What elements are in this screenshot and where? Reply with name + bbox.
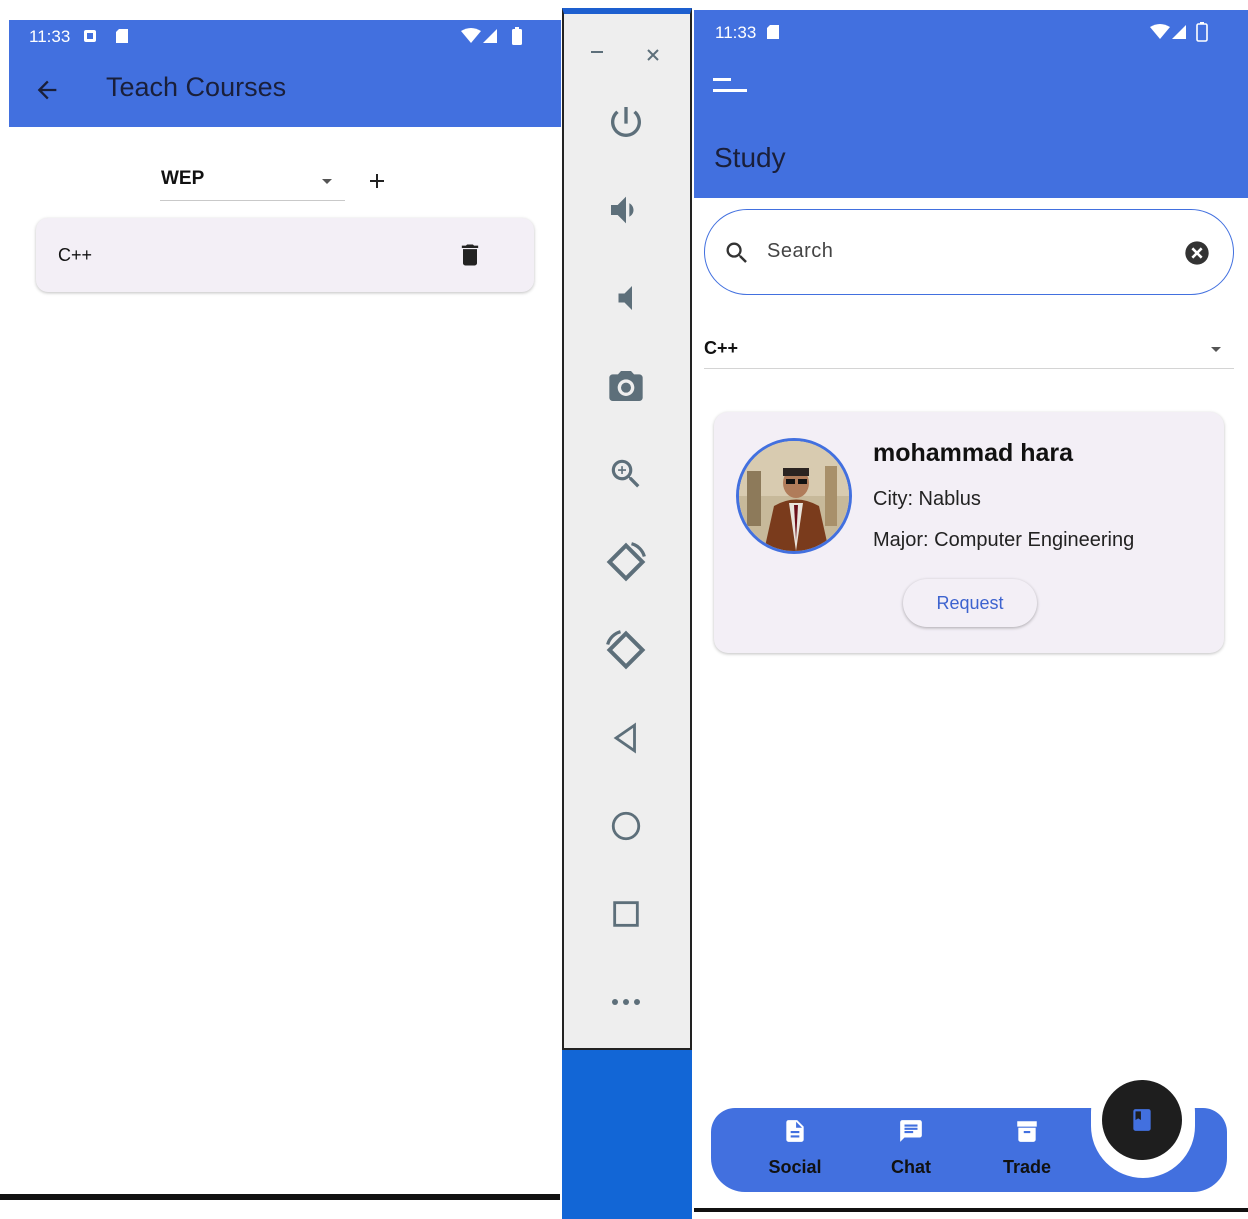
article-icon (782, 1118, 808, 1149)
course-card: C++ (36, 218, 534, 292)
left-phone-screen: 11:33 Teach Courses WEP C++ (9, 20, 561, 1210)
chat-icon (898, 1118, 924, 1149)
back-arrow-icon[interactable] (33, 76, 61, 109)
rotate-left-icon[interactable] (594, 540, 658, 584)
home-nav-icon[interactable] (594, 804, 658, 848)
back-nav-icon[interactable] (594, 716, 658, 760)
power-icon[interactable] (594, 100, 658, 144)
course-name: C++ (58, 245, 93, 265)
tutor-card: mohammad hara City: Nablus Major: Comput… (714, 412, 1224, 653)
avatar (736, 438, 852, 554)
page-title: Teach Courses (106, 72, 287, 102)
right-phone-screen: 11:33 Study C++ (694, 10, 1248, 1212)
emulator-toolbar (562, 8, 692, 1050)
more-icon[interactable] (594, 980, 658, 1024)
minimize-icon[interactable] (590, 38, 604, 64)
desktop-background (562, 1050, 692, 1219)
signal-icon (1171, 24, 1187, 45)
nav-chat-label: Chat (891, 1157, 931, 1177)
clear-search-icon[interactable] (1183, 239, 1211, 272)
nav-chat[interactable]: Chat (871, 1118, 951, 1184)
study-fab-button[interactable] (1102, 1080, 1182, 1160)
nav-trade-label: Trade (1002, 1157, 1052, 1177)
battery-icon (512, 27, 522, 50)
app-bar: 11:33 Study (694, 10, 1248, 198)
status-time: 11:33 (29, 27, 71, 46)
camera-icon[interactable] (594, 364, 658, 408)
course-dropdown-value[interactable]: WEP (161, 168, 204, 190)
search-icon (723, 239, 751, 272)
wifi-icon (1150, 24, 1170, 45)
overview-nav-icon[interactable] (594, 892, 658, 936)
nav-trade[interactable]: Trade (987, 1118, 1067, 1184)
notification-icon (83, 29, 97, 48)
volume-down-icon[interactable] (594, 276, 658, 320)
sd-card-icon (115, 28, 129, 49)
close-icon[interactable] (646, 42, 660, 68)
nav-social-label: Social (768, 1157, 822, 1177)
menu-icon[interactable] (713, 76, 749, 101)
tutor-city: City: Nablus (873, 488, 981, 510)
zoom-icon[interactable] (594, 452, 658, 496)
dropdown-underline (704, 368, 1234, 369)
sd-card-icon (766, 24, 780, 45)
request-button[interactable]: Request (903, 579, 1037, 627)
nav-social[interactable]: Social (755, 1118, 835, 1184)
wifi-icon (461, 28, 481, 49)
volume-up-icon[interactable] (594, 188, 658, 232)
dropdown-underline (160, 200, 345, 201)
rotate-right-icon[interactable] (594, 628, 658, 672)
search-bar (704, 209, 1234, 295)
tutor-name: mohammad hara (873, 439, 1074, 467)
page-title: Study (714, 142, 786, 173)
chevron-down-icon[interactable] (319, 175, 335, 193)
battery-icon (1196, 22, 1208, 47)
search-input[interactable] (767, 235, 1167, 267)
app-bar: 11:33 Teach Courses (9, 20, 561, 127)
divider (0, 1194, 560, 1200)
chevron-down-icon[interactable] (1208, 343, 1224, 361)
signal-icon (482, 28, 498, 49)
course-filter-value[interactable]: C++ (704, 338, 738, 359)
add-course-icon[interactable] (365, 169, 389, 198)
tutor-major: Major: Computer Engineering (873, 529, 1135, 551)
status-time: 11:33 (715, 23, 757, 42)
divider (694, 1208, 1248, 1212)
archive-icon (1014, 1118, 1040, 1149)
delete-icon[interactable] (456, 240, 484, 275)
